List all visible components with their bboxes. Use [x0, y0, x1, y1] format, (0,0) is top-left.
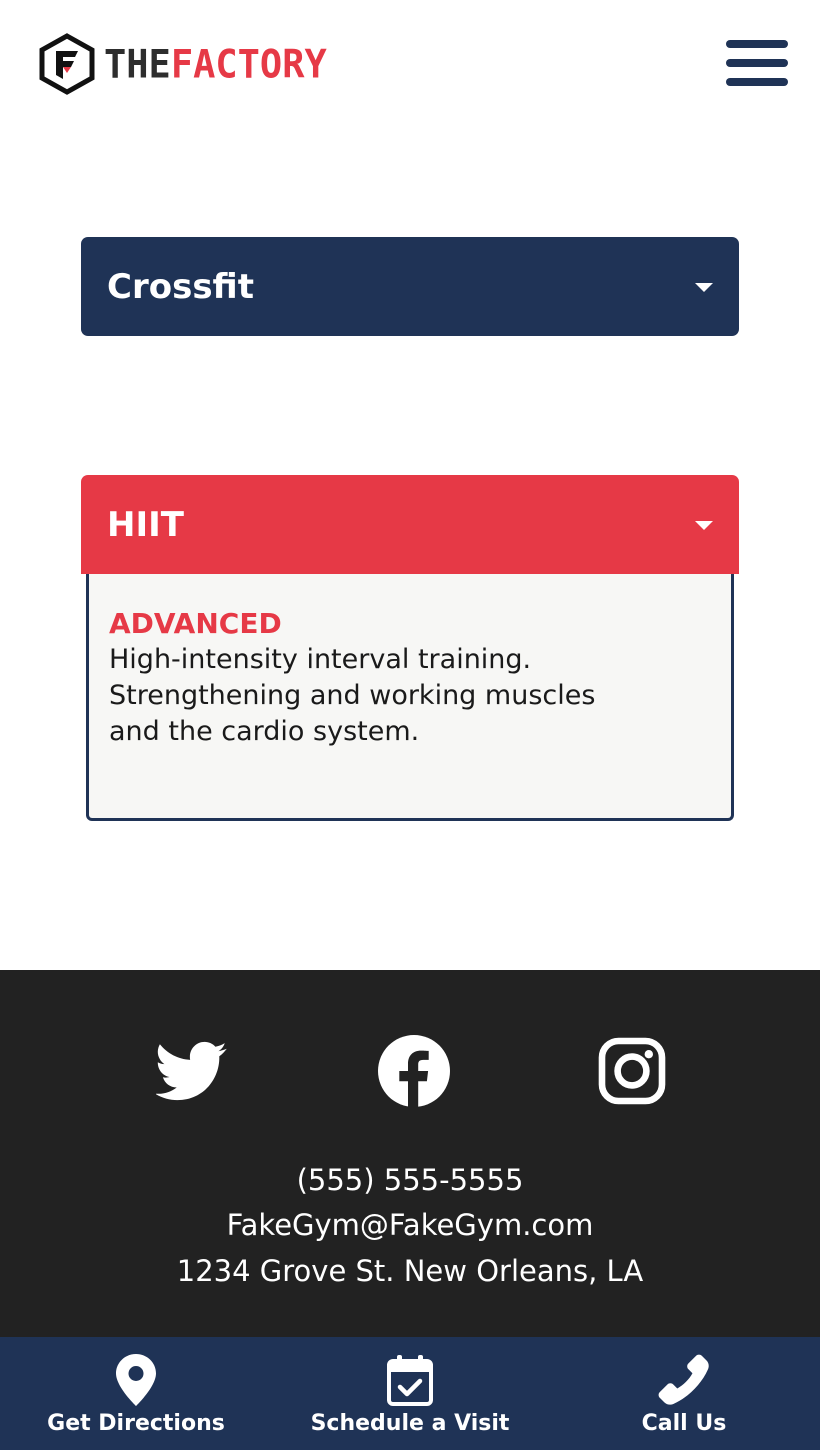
- accordion-title: Crossfit: [107, 266, 255, 307]
- bottom-nav-label: Call Us: [641, 1411, 727, 1436]
- call-us-button[interactable]: Call Us: [584, 1337, 784, 1450]
- brand-wordmark: THEFACTORY: [104, 45, 327, 84]
- phone-icon: [658, 1354, 710, 1406]
- site-header: THEFACTORY: [0, 0, 820, 130]
- hamburger-line: [726, 78, 788, 86]
- hamburger-line: [726, 59, 788, 67]
- factory-logo-icon: [39, 33, 95, 95]
- class-description: High-intensity interval training. Streng…: [109, 644, 596, 747]
- accordion-hiit[interactable]: HIIT: [81, 475, 739, 574]
- contact-email[interactable]: FakeGym@FakeGym.com: [0, 1207, 820, 1243]
- accordion-crossfit[interactable]: Crossfit: [81, 237, 739, 336]
- contact-address: 1234 Grove St. New Orleans, LA: [176, 1254, 644, 1288]
- calendar-check-icon: [384, 1354, 436, 1406]
- accordion-title: HIIT: [107, 504, 184, 545]
- class-level: ADVANCED: [109, 607, 282, 640]
- facebook-icon[interactable]: [378, 1035, 450, 1107]
- caret-down-icon: [695, 283, 713, 292]
- get-directions-button[interactable]: Get Directions: [36, 1337, 236, 1450]
- accordion-panel-hiit: ADVANCED High-intensity interval trainin…: [86, 574, 734, 821]
- hamburger-menu-icon[interactable]: [726, 40, 788, 86]
- brand-wordmark-factory: FACTORY: [170, 41, 327, 87]
- bottom-nav-label: Schedule a Visit: [310, 1411, 510, 1436]
- schedule-visit-button[interactable]: Schedule a Visit: [300, 1337, 520, 1450]
- bottom-nav-label: Get Directions: [47, 1411, 225, 1436]
- hamburger-line: [726, 40, 788, 48]
- brand-wordmark-the: THE: [104, 41, 171, 87]
- bottom-nav-bar: Get Directions Schedule a Visit Call Us: [0, 1337, 820, 1450]
- twitter-icon[interactable]: [156, 1035, 228, 1107]
- contact-phone[interactable]: (555) 555-5555: [0, 1162, 820, 1198]
- caret-down-icon: [695, 521, 713, 530]
- instagram-icon[interactable]: [596, 1035, 668, 1107]
- brand-logo[interactable]: THEFACTORY: [38, 33, 327, 95]
- map-pin-icon: [110, 1354, 162, 1406]
